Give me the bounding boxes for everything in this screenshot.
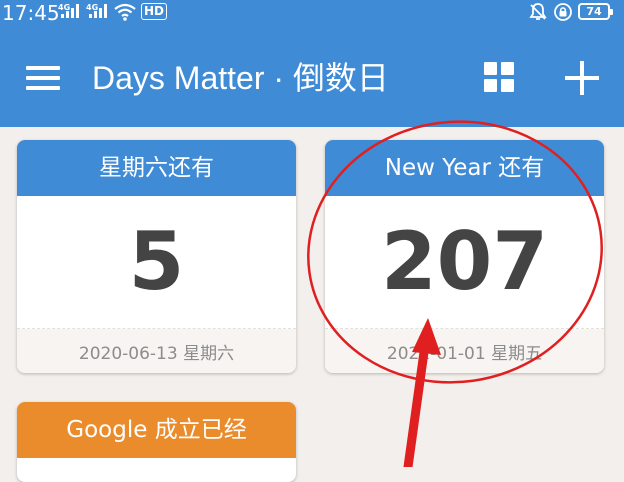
card-day-count: 5 — [17, 196, 296, 329]
card-target-date: 2021-01-01 星期五 — [325, 329, 604, 373]
wifi-icon — [114, 3, 136, 21]
status-time: 17:45 — [2, 1, 60, 25]
app-bar: Days Matter · 倒数日 — [0, 27, 624, 127]
add-icon[interactable] — [565, 61, 599, 95]
card-target-date: 2020-06-13 星期六 — [17, 329, 296, 373]
card-day-count: 207 — [325, 196, 604, 329]
card-title: 星期六还有 — [17, 140, 296, 196]
status-bar: 17:45 4G 4G HD 74 — [0, 0, 624, 27]
hd-voice-badge: HD — [141, 3, 168, 20]
menu-icon[interactable] — [26, 66, 60, 90]
card-title: Google 成立已经 — [17, 402, 296, 458]
card-title: New Year 还有 — [325, 140, 604, 196]
alarm-off-icon — [529, 3, 547, 20]
countdown-card[interactable]: Google 成立已经 — [17, 402, 296, 482]
grid-view-icon[interactable] — [484, 62, 515, 93]
signal-icon — [61, 4, 79, 18]
countdown-card[interactable]: New Year 还有 207 2021-01-01 星期五 — [325, 140, 604, 373]
countdown-card[interactable]: 星期六还有 5 2020-06-13 星期六 — [17, 140, 296, 373]
signal-icon — [89, 4, 107, 18]
rotation-lock-icon — [554, 3, 572, 21]
app-title: Days Matter · 倒数日 — [92, 60, 389, 96]
battery-indicator: 74 — [578, 3, 613, 20]
